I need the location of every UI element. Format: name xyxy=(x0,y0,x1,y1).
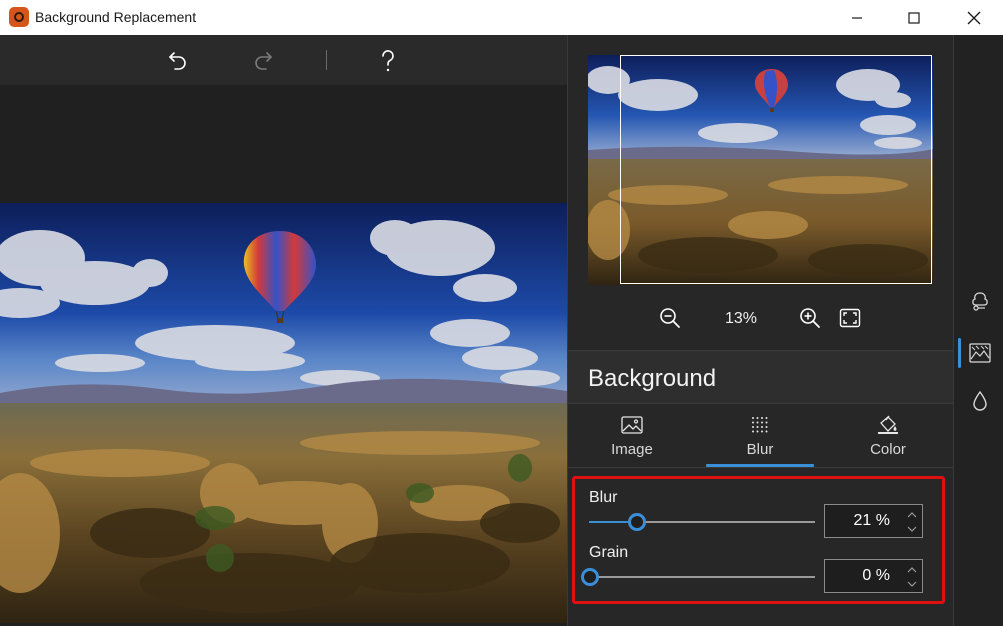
maximize-icon xyxy=(908,11,920,24)
grain-value: 0 % xyxy=(862,567,890,584)
title-bar: Background Replacement xyxy=(0,0,1003,35)
close-icon xyxy=(967,11,981,24)
zoom-out-icon xyxy=(660,308,680,328)
image-icon xyxy=(620,414,644,436)
minimize-icon xyxy=(852,16,862,19)
help-button[interactable] xyxy=(374,47,402,75)
zoom-in-button[interactable] xyxy=(797,305,823,331)
fit-screen-icon xyxy=(839,308,861,328)
blur-decrement-icon[interactable] xyxy=(906,522,918,534)
background-landscape-icon xyxy=(969,343,991,363)
grain-slider-thumb[interactable] xyxy=(581,568,599,586)
toolbar-separator xyxy=(326,50,327,70)
subject-shape-icon xyxy=(972,292,988,311)
edit-toolbar xyxy=(0,35,567,85)
background-mode-tabs: Image Blur Color xyxy=(568,404,953,468)
tab-image-label: Image xyxy=(611,441,653,458)
blur-value-spinbox[interactable]: 21 % xyxy=(824,504,923,538)
tab-blur[interactable]: Blur xyxy=(706,404,814,468)
blur-slider-thumb[interactable] xyxy=(628,513,647,531)
zoom-out-button[interactable] xyxy=(657,305,683,331)
section-title: Background xyxy=(588,365,717,392)
zoom-level: 13% xyxy=(724,310,758,327)
tab-image[interactable]: Image xyxy=(578,404,686,468)
highlighted-slider-group: Blur 21 % Grain 0 % xyxy=(572,476,945,604)
grain-value-spinbox[interactable]: 0 % xyxy=(824,559,923,593)
blur-slider-label: Blur xyxy=(589,489,618,506)
blur-value: 21 % xyxy=(853,512,890,529)
maximize-button[interactable] xyxy=(891,0,937,35)
rail-active-indicator xyxy=(958,338,961,368)
fit-to-screen-button[interactable] xyxy=(837,305,863,331)
background-section-header: Background xyxy=(568,350,953,404)
tool-rail xyxy=(953,35,1003,626)
main-photo xyxy=(0,203,567,623)
zoom-in-icon xyxy=(800,308,820,328)
grain-increment-icon[interactable] xyxy=(906,563,918,575)
blur-increment-icon[interactable] xyxy=(906,508,918,520)
zoom-controls: 13% xyxy=(568,305,953,333)
tab-blur-label: Blur xyxy=(746,441,774,458)
paint-bucket-icon xyxy=(876,414,900,436)
tab-color-label: Color xyxy=(870,441,906,458)
rail-background-button[interactable] xyxy=(966,339,994,367)
undo-button[interactable] xyxy=(164,47,192,75)
undo-icon xyxy=(169,52,186,70)
grain-decrement-icon[interactable] xyxy=(906,577,918,589)
redo-icon xyxy=(255,52,272,70)
blur-slider[interactable] xyxy=(589,513,815,531)
rail-subject-button[interactable] xyxy=(966,287,994,315)
app-icon xyxy=(9,7,29,27)
grain-slider[interactable] xyxy=(581,568,815,586)
tab-color[interactable]: Color xyxy=(834,404,942,468)
help-icon xyxy=(382,50,394,72)
color-drop-icon xyxy=(973,390,987,411)
blur-dots-icon xyxy=(748,414,772,436)
grain-slider-label: Grain xyxy=(589,544,629,561)
canvas-area[interactable] xyxy=(0,85,567,626)
navigator-thumbnail[interactable] xyxy=(588,55,933,285)
rail-color-button[interactable] xyxy=(966,387,994,415)
viewport-indicator[interactable] xyxy=(620,55,932,284)
redo-button[interactable] xyxy=(249,47,277,75)
active-tab-indicator xyxy=(706,464,814,467)
properties-panel: 13% Background Image Blur Color Blur 21 … xyxy=(568,35,953,626)
window-title: Background Replacement xyxy=(35,9,197,25)
minimize-button[interactable] xyxy=(834,0,880,35)
close-button[interactable] xyxy=(951,0,997,35)
